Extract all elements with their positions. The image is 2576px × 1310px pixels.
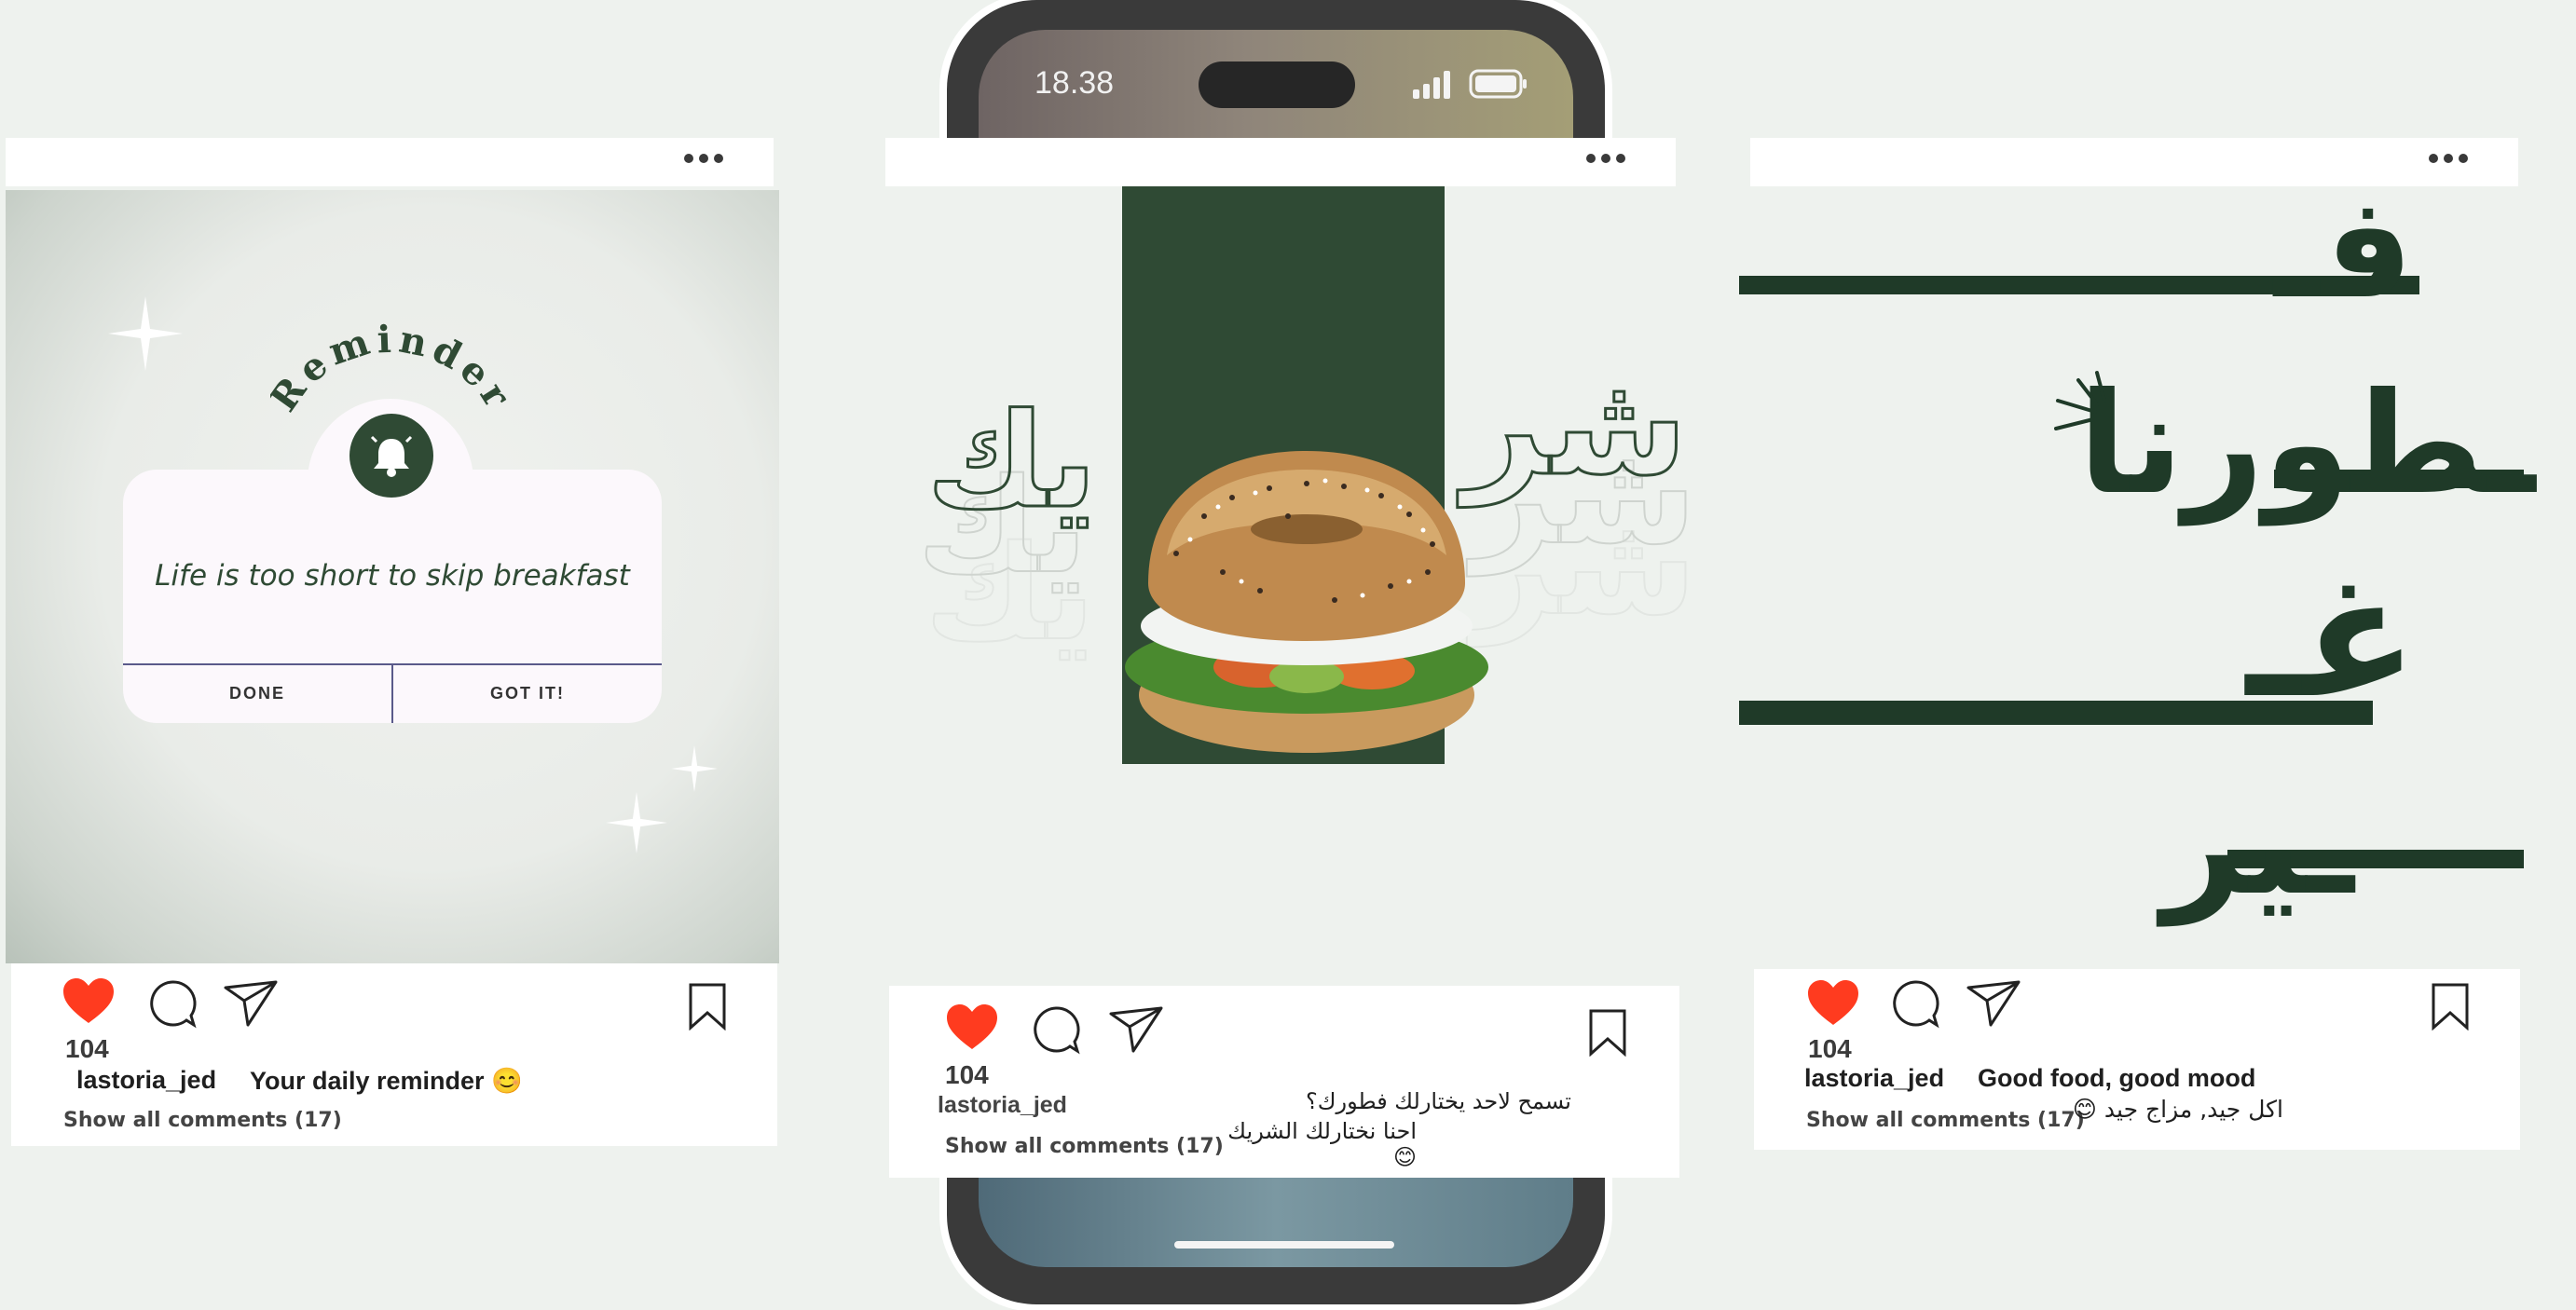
likes-count: 104	[65, 1034, 109, 1063]
likes-count: 104	[1808, 1034, 1852, 1063]
bell-badge	[349, 414, 433, 498]
show-comments-link[interactable]: Show all comments (17)	[1806, 1109, 2085, 1132]
post-3-more-icon[interactable]	[2429, 154, 2468, 163]
post-2-header	[885, 138, 1676, 186]
reminder-message: Life is too short to skip breakfast	[155, 559, 630, 593]
share-icon[interactable]	[1966, 978, 2021, 1027]
bookmark-icon[interactable]	[688, 982, 727, 1030]
likes-count: 104	[945, 1060, 989, 1089]
sparkle-icon	[671, 745, 718, 792]
bookmark-icon[interactable]	[2431, 982, 2470, 1030]
post-caption-arabic: اكل جيد, مزاج جيد 😊	[2072, 1096, 2283, 1123]
heart-icon[interactable]	[1806, 978, 1860, 1027]
done-button[interactable]: DONE	[123, 684, 391, 703]
heart-icon[interactable]	[945, 1003, 999, 1051]
art-word-4: ـير	[2162, 764, 2354, 926]
got-it-button[interactable]: GOT IT!	[393, 684, 662, 703]
art-word-3: غـ	[2246, 540, 2418, 735]
comment-icon[interactable]	[147, 978, 198, 1029]
sparkle-burst-icon	[2054, 371, 2106, 430]
art-word-2: ـطورنا	[2078, 363, 2536, 525]
post-2-more-icon[interactable]	[1586, 154, 1625, 163]
bookmark-icon[interactable]	[1588, 1008, 1627, 1057]
art-word-left: يك	[925, 385, 1099, 539]
comment-icon[interactable]	[1890, 978, 1940, 1029]
show-comments-link[interactable]: Show all comments (17)	[63, 1109, 342, 1132]
post-1-more-icon[interactable]	[684, 154, 723, 163]
battery-icon	[1469, 69, 1527, 99]
seeds-texture	[1173, 478, 1435, 603]
show-comments-link[interactable]: Show all comments (17)	[945, 1135, 1224, 1158]
signal-icon	[1413, 71, 1450, 99]
share-icon[interactable]	[224, 978, 278, 1027]
post-caption: Your daily reminder 😊	[250, 1067, 523, 1095]
post-caption-line-2: احنا نختارلك الشريك😊	[1227, 1118, 1417, 1170]
post-username[interactable]: lastoria_jed	[938, 1092, 1067, 1119]
comment-icon[interactable]	[1031, 1004, 1081, 1055]
post-username[interactable]: lastoria_jed	[1804, 1064, 1944, 1093]
dynamic-island	[1199, 61, 1355, 108]
sparkle-icon	[606, 792, 667, 853]
bell-icon	[370, 435, 413, 477]
heart-icon[interactable]	[62, 976, 116, 1025]
post-username[interactable]: lastoria_jed	[76, 1066, 216, 1095]
home-indicator	[1174, 1241, 1394, 1249]
status-time: 18.38	[1035, 65, 1115, 101]
post-1-header	[6, 138, 774, 186]
art-word-1: فـ	[2274, 168, 2414, 330]
post-caption-line-1: تسمح لاحد يختارلك فطورك؟	[1306, 1088, 1571, 1114]
share-icon[interactable]	[1109, 1004, 1163, 1053]
sparkle-icon	[108, 296, 183, 371]
post-caption: Good food, good mood	[1978, 1064, 2256, 1092]
